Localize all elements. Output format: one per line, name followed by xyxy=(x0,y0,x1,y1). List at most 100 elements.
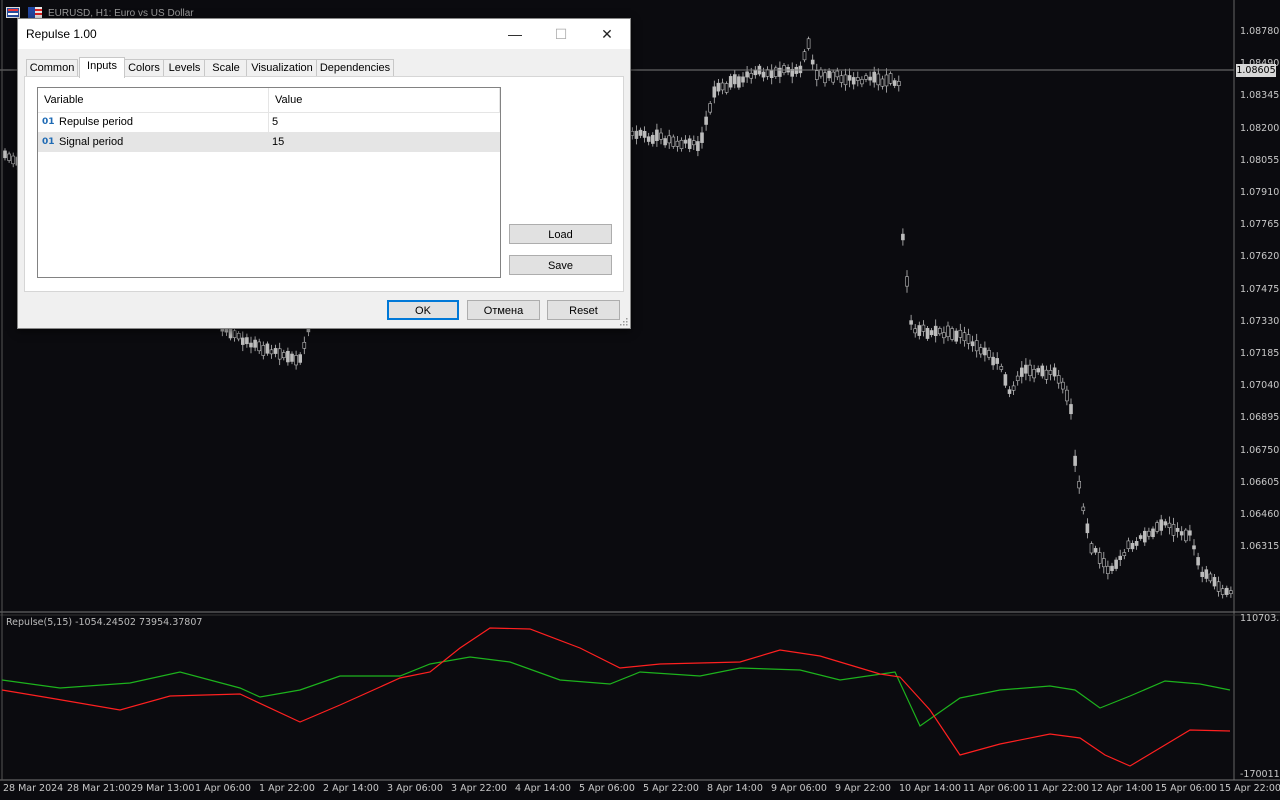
candle-body xyxy=(1143,530,1147,543)
candle-body xyxy=(1019,367,1024,377)
candle-body xyxy=(962,332,967,342)
candle-body xyxy=(868,76,872,81)
price-tick-label: 1.06895 xyxy=(1240,412,1280,424)
candle-body xyxy=(925,327,930,339)
candle-body xyxy=(1220,588,1225,595)
tab-common[interactable]: Common xyxy=(26,59,78,77)
candle-body xyxy=(888,73,893,84)
candle-body xyxy=(1015,375,1020,381)
price-tick-label: 1.08055 xyxy=(1240,154,1280,166)
candle-body xyxy=(1077,481,1081,489)
candle-body xyxy=(257,341,262,352)
integer-type-icon: 01 xyxy=(42,117,55,127)
candle-body xyxy=(1102,558,1106,568)
candle-body xyxy=(675,140,680,147)
time-tick-label: 2 Apr 14:00 xyxy=(323,783,379,794)
candle-body xyxy=(1225,587,1229,595)
candle-body xyxy=(855,77,860,81)
load-button[interactable]: Load xyxy=(509,224,612,244)
candle-body xyxy=(249,342,253,348)
candle-body xyxy=(773,67,778,77)
variable-name: Repulse period xyxy=(59,116,133,128)
candle-body xyxy=(1130,542,1135,550)
column-variable[interactable]: Variable xyxy=(38,88,268,112)
candle-body xyxy=(679,139,684,150)
candle-body xyxy=(1184,529,1188,542)
candle-body xyxy=(290,353,294,362)
time-tick-label: 11 Apr 06:00 xyxy=(963,783,1025,794)
variable-value[interactable]: 15 xyxy=(272,132,284,152)
candle-body xyxy=(1200,571,1204,577)
variable-name: Signal period xyxy=(59,136,124,148)
candle-body xyxy=(1032,369,1036,379)
cancel-button[interactable]: Отмена xyxy=(467,300,540,320)
dialog-titlebar[interactable]: Repulse 1.00 — ☐ ✕ xyxy=(18,19,630,49)
tab-scale[interactable]: Scale xyxy=(204,59,248,77)
candle-body xyxy=(269,349,274,355)
candle-body xyxy=(663,138,667,146)
candle-body xyxy=(847,75,852,81)
tab-dependencies[interactable]: Dependencies xyxy=(316,59,394,77)
candle-body xyxy=(765,69,770,77)
time-tick-label: 15 Apr 06:00 xyxy=(1155,783,1217,794)
price-tick-label: 1.07040 xyxy=(1240,380,1280,392)
price-tick-label: 1.07185 xyxy=(1240,348,1280,359)
candle-body xyxy=(761,71,766,78)
candle-body xyxy=(1024,364,1028,374)
ok-button[interactable]: OK xyxy=(387,300,459,320)
save-button[interactable]: Save xyxy=(509,255,612,275)
candle-body xyxy=(942,332,946,339)
candle-body xyxy=(1167,522,1172,528)
time-tick-label: 5 Apr 22:00 xyxy=(643,783,699,794)
candle-body xyxy=(946,325,950,338)
time-tick-label: 28 Mar 2024 xyxy=(3,783,64,794)
price-tick-label: 1.07330 xyxy=(1240,315,1280,327)
candle-body xyxy=(712,86,717,98)
variable-value[interactable]: 5 xyxy=(272,112,278,132)
candle-body xyxy=(683,139,688,144)
candle-body xyxy=(1175,528,1180,532)
candle-body xyxy=(974,340,979,352)
candle-body xyxy=(999,366,1004,370)
candle-body xyxy=(909,320,913,325)
candle-body xyxy=(1212,577,1217,587)
candle-body xyxy=(1069,404,1073,415)
input-row-signal-period[interactable]: 01 Signal period 15 xyxy=(38,132,500,152)
candle-body xyxy=(933,325,938,337)
tab-colors[interactable]: Colors xyxy=(123,59,165,77)
flag-icon xyxy=(28,7,42,18)
minimize-button[interactable]: — xyxy=(492,19,538,49)
tab-levels[interactable]: Levels xyxy=(163,59,206,77)
reset-button[interactable]: Reset xyxy=(547,300,620,320)
candle-body xyxy=(983,347,987,356)
candle-body xyxy=(3,150,7,159)
price-tick-label: 1.07765 xyxy=(1240,219,1280,231)
candle-body xyxy=(1204,569,1209,579)
candle-body xyxy=(241,337,245,345)
candle-body xyxy=(1159,519,1163,531)
resize-grip-icon[interactable] xyxy=(620,318,628,326)
candle-body xyxy=(1061,381,1065,390)
time-tick-label: 11 Apr 22:00 xyxy=(1027,783,1089,794)
candle-body xyxy=(732,74,737,85)
candle-body xyxy=(265,343,270,354)
time-tick-label: 15 Apr 22:00 xyxy=(1219,783,1280,794)
column-value[interactable]: Value xyxy=(269,88,499,112)
candle-body xyxy=(1003,374,1008,386)
close-button[interactable]: ✕ xyxy=(584,19,630,49)
time-tick-label: 10 Apr 14:00 xyxy=(899,783,961,794)
candle-body xyxy=(1097,552,1102,564)
indicator-min-label: -170011.21 xyxy=(1240,769,1280,780)
indicator-max-label: 110703.14 xyxy=(1240,613,1280,624)
candle-body xyxy=(298,354,303,363)
tab-visualization[interactable]: Visualization xyxy=(246,59,318,77)
tab-inputs[interactable]: Inputs xyxy=(79,57,125,78)
candle-body xyxy=(1216,581,1221,592)
time-tick-label: 28 Mar 21:00 xyxy=(67,783,131,794)
price-tick-label: 1.06460 xyxy=(1240,509,1280,520)
input-row-repulse-period[interactable]: 01 Repulse period 5 xyxy=(38,112,500,132)
price-tick-label: 1.08345 xyxy=(1240,90,1280,102)
candle-body xyxy=(696,141,700,151)
dialog-title: Repulse 1.00 xyxy=(26,27,97,41)
candle-body xyxy=(277,348,282,360)
